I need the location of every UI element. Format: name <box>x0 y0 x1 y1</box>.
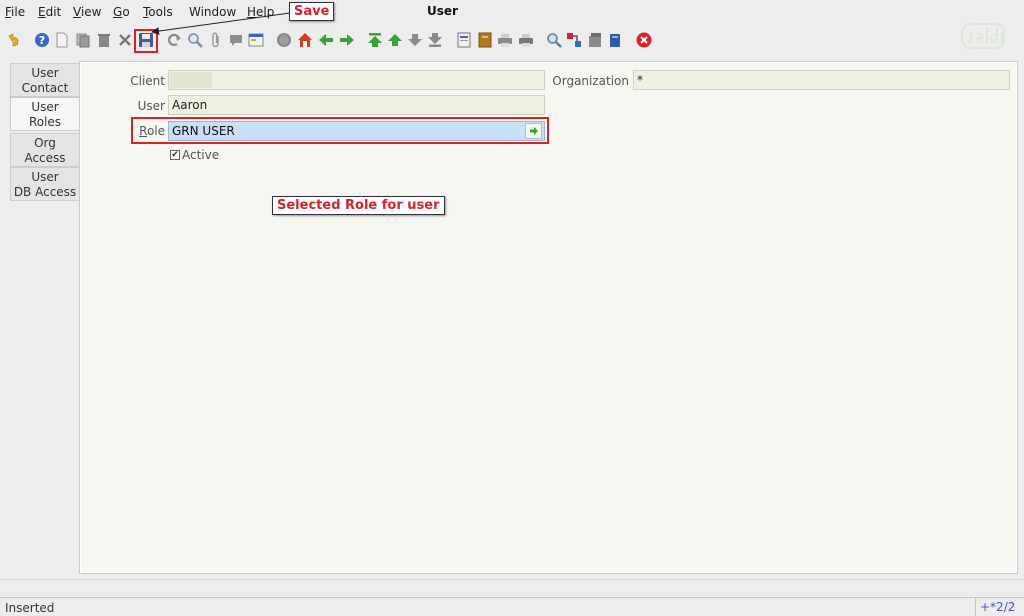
help-icon[interactable]: ? <box>34 32 50 48</box>
tab-user-roles-line1: User <box>31 100 59 114</box>
tab-user-contact-line2: Contact <box>21 81 69 95</box>
print-icon[interactable] <box>518 32 534 48</box>
chat-icon[interactable] <box>228 32 244 48</box>
undo-icon[interactable] <box>5 32 21 48</box>
menu-help-label: elp <box>256 5 275 19</box>
organization-value: * <box>637 73 643 87</box>
tab-user-db-access-line1: User <box>31 170 59 184</box>
menu-view-hotkey: V <box>73 5 81 19</box>
role-callout: Selected Role for user <box>272 196 445 215</box>
product-info-icon[interactable] <box>607 32 623 48</box>
menu-bar: File Edit View Go Tools Window Help User <box>0 0 1024 26</box>
menu-view[interactable]: View <box>73 5 101 19</box>
delete-icon[interactable] <box>96 32 112 48</box>
record-count[interactable]: +*2/2 <box>975 598 1024 616</box>
client-field-shade <box>170 72 212 88</box>
archive-icon[interactable] <box>477 32 493 48</box>
menu-go[interactable]: Go <box>113 5 130 19</box>
tab-user-contact-line1: User <box>31 66 59 80</box>
new-record-icon[interactable] <box>54 32 70 48</box>
role-field-highlight <box>131 117 549 144</box>
previous-record-icon[interactable] <box>387 32 403 48</box>
user-label: User <box>137 99 165 113</box>
zoom-across-icon[interactable] <box>546 32 562 48</box>
history-icon[interactable] <box>276 32 292 48</box>
menu-go-hotkey: G <box>113 5 123 19</box>
attachment-icon[interactable] <box>208 32 224 48</box>
menu-window[interactable]: Window <box>189 5 236 19</box>
status-bar: Inserted +*2/2 <box>0 597 1024 616</box>
menu-edit[interactable]: Edit <box>38 5 61 19</box>
menu-help[interactable]: Help <box>247 5 274 19</box>
status-text: Inserted <box>5 601 55 615</box>
tab-org-access-line2: Access <box>24 151 66 165</box>
tab-user-roles[interactable]: User Roles <box>10 97 80 131</box>
menu-file-label: ile <box>11 5 26 19</box>
menu-view-label: iew <box>80 5 102 19</box>
active-label: Active <box>182 148 220 162</box>
svg-text:?: ? <box>39 34 45 47</box>
tab-user-db-access-line2: DB Access <box>13 185 77 199</box>
menu-file[interactable]: File <box>5 5 25 19</box>
print-preview-icon[interactable] <box>497 32 513 48</box>
menu-tools[interactable]: Tools <box>143 5 173 19</box>
tab-user-roles-line2: Roles <box>28 115 62 129</box>
active-workflows-icon[interactable] <box>566 32 582 48</box>
organization-field[interactable]: * <box>633 70 1010 90</box>
next-record-icon[interactable] <box>407 32 423 48</box>
first-record-icon[interactable] <box>367 32 383 48</box>
menu-help-hotkey: H <box>247 5 257 19</box>
active-checkbox[interactable]: ✔ <box>170 150 180 160</box>
requests-icon[interactable] <box>587 32 603 48</box>
parent-record-icon[interactable] <box>318 32 334 48</box>
menu-tools-label: ools <box>148 5 173 19</box>
menu-edit-hotkey: E <box>38 5 46 19</box>
grid-toggle-icon[interactable] <box>248 32 264 48</box>
find-icon[interactable] <box>187 32 203 48</box>
refresh-icon[interactable] <box>166 32 182 48</box>
user-value: Aaron <box>172 98 208 112</box>
client-label: Client <box>130 74 165 88</box>
detail-record-icon[interactable] <box>339 32 355 48</box>
tab-user-contact[interactable]: User Contact <box>10 63 80 97</box>
copy-record-icon[interactable] <box>75 32 91 48</box>
save-button-highlight <box>134 29 158 53</box>
report-icon[interactable] <box>456 32 472 48</box>
client-field[interactable] <box>168 70 545 90</box>
home-icon[interactable] <box>297 32 313 48</box>
last-record-icon[interactable] <box>427 32 443 48</box>
save-callout: Save <box>289 2 335 21</box>
tab-org-access[interactable]: Org Access <box>10 133 80 167</box>
organization-label: Organization <box>552 74 629 88</box>
user-field[interactable]: Aaron <box>168 95 545 115</box>
tab-org-access-line1: Org <box>34 136 56 150</box>
menu-go-label: o <box>122 5 130 19</box>
bottom-separator <box>0 579 1024 580</box>
delete-selection-icon[interactable] <box>117 32 133 48</box>
tab-user-db-access[interactable]: User DB Access <box>10 167 80 201</box>
window-title: User <box>427 4 458 18</box>
close-window-icon[interactable] <box>636 32 652 48</box>
menu-edit-label: dit <box>45 5 62 19</box>
